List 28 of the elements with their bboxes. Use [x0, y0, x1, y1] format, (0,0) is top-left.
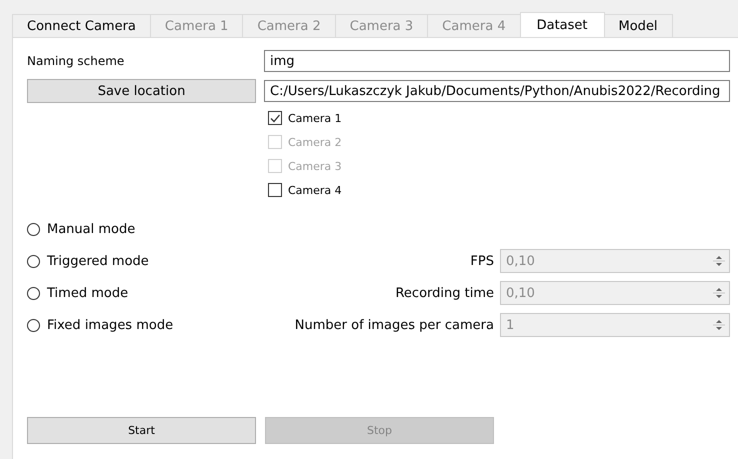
checkbox[interactable]	[268, 111, 282, 125]
tab[interactable]: Connect Camera	[12, 14, 151, 37]
save-location-field[interactable]: C:/Users/Lukaszczyk Jakub/Documents/Python/Anubis2022/Recording	[264, 80, 730, 102]
checkbox-label: Camera 1	[288, 112, 342, 124]
setting-label: Number of images per camera	[294, 318, 494, 332]
spin-box[interactable]: 0,10	[500, 249, 730, 273]
radio-label: Fixed images mode	[47, 318, 174, 332]
checkbox-label: Camera 4	[288, 184, 342, 196]
setting-label: Recording time	[394, 286, 494, 300]
spin-box[interactable]: 0,10	[500, 281, 730, 305]
radio-label: Timed mode	[47, 286, 128, 300]
radio-button[interactable]	[27, 286, 40, 300]
radio-button[interactable]	[27, 318, 40, 332]
radio-button[interactable]	[27, 254, 40, 268]
naming-scheme-field[interactable]: img	[264, 50, 730, 72]
checkbox[interactable]	[268, 183, 282, 197]
tab[interactable]: Dataset	[520, 12, 605, 37]
radio-label: Manual mode	[47, 222, 136, 236]
spin-box[interactable]: 1	[500, 313, 730, 337]
checkbox-label: Camera 3	[288, 160, 342, 172]
radio-button[interactable]	[27, 222, 40, 236]
save-location-button[interactable]: Save location	[27, 79, 256, 103]
naming-scheme-label: Naming scheme	[27, 54, 126, 68]
radio-label: Triggered mode	[47, 254, 149, 268]
setting-label: FPS	[469, 254, 494, 268]
tab[interactable]: Model	[604, 14, 673, 37]
action-button[interactable]: Start	[27, 417, 256, 444]
checkbox-label: Camera 2	[288, 136, 342, 148]
